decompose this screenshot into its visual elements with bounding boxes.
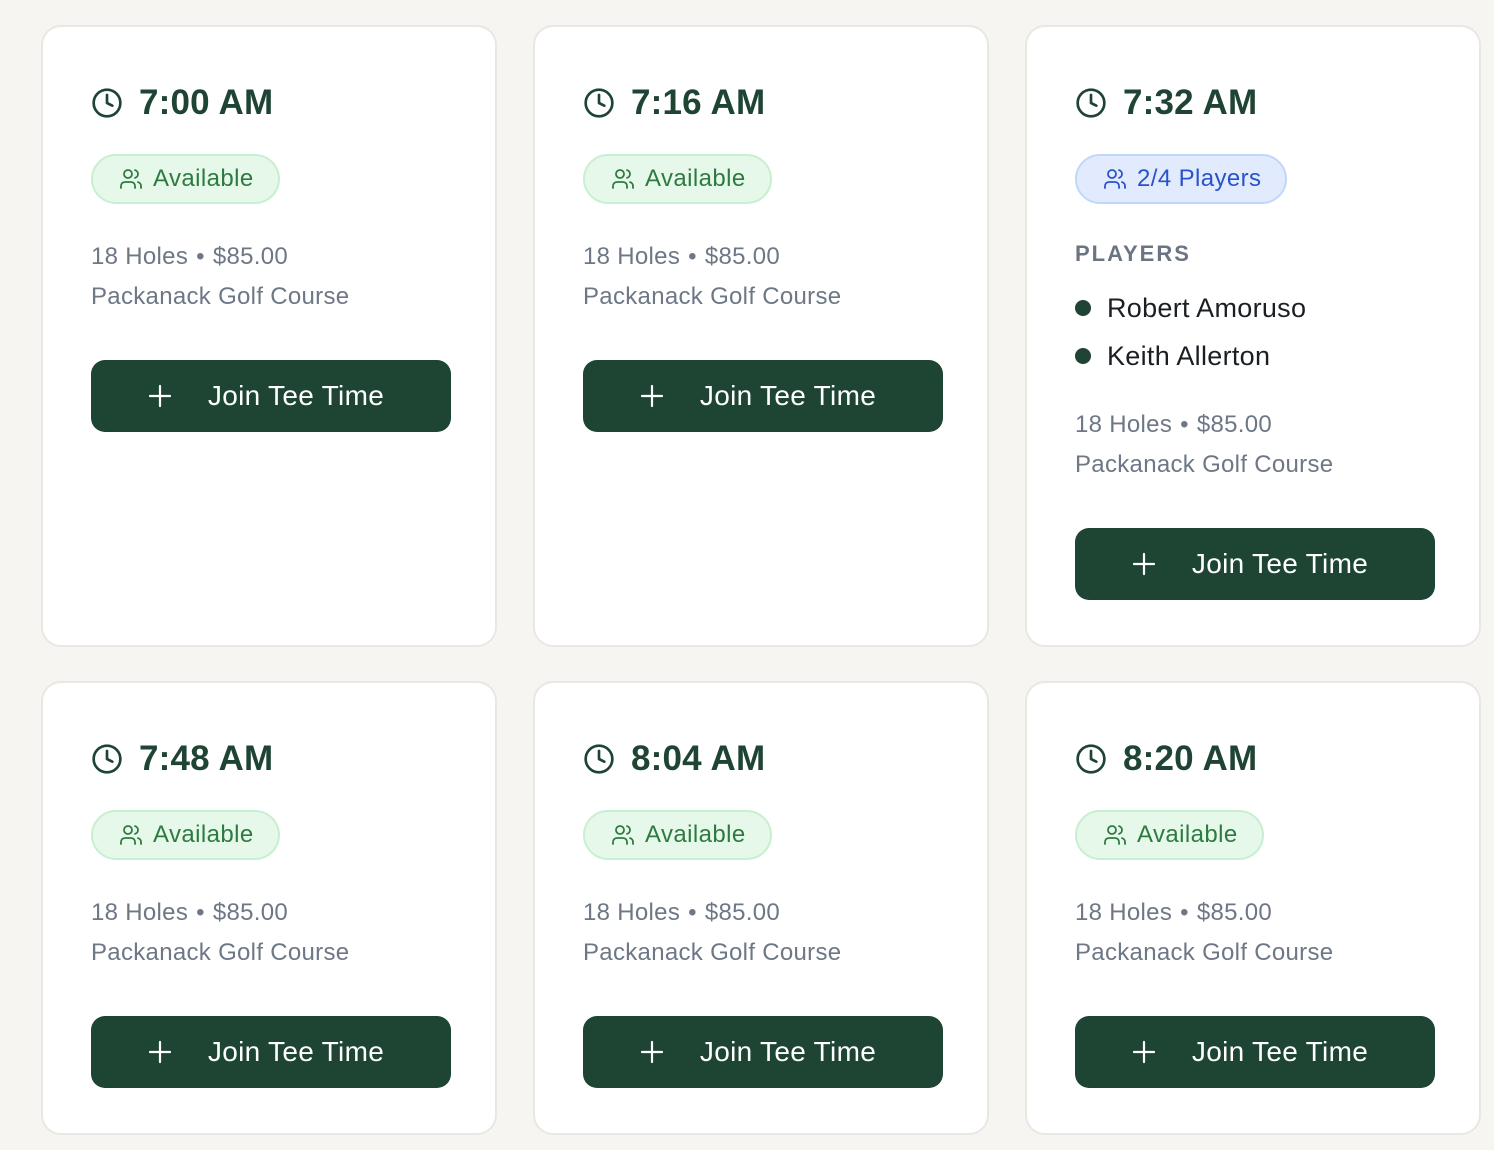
course-name: Packanack Golf Course: [583, 283, 842, 310]
join-tee-time-button[interactable]: Join Tee Time: [1075, 528, 1435, 600]
status-badge: Available: [91, 154, 280, 204]
clock-icon: [1076, 744, 1106, 774]
tee-time-header: 7:16 AM: [583, 83, 765, 123]
holes-price: 18 Holes • $85.00: [583, 237, 780, 277]
separator: •: [1180, 411, 1189, 438]
users-icon: [120, 825, 142, 845]
clock-icon: [1076, 88, 1106, 118]
status-badge: Available: [583, 810, 772, 860]
status-text: 2/4 Players: [1137, 165, 1262, 192]
separator: •: [196, 243, 205, 270]
status-badge: Available: [583, 154, 772, 204]
join-tee-time-button[interactable]: Join Tee Time: [1075, 1016, 1435, 1088]
status-text: Available: [645, 165, 746, 192]
plus-icon: [1132, 1040, 1156, 1064]
tee-time-card: 7:00 AM Available 18 Holes • $85.00 Packan…: [41, 25, 497, 647]
users-icon: [612, 169, 634, 189]
separator: •: [688, 243, 697, 270]
tee-time: 7:48 AM: [139, 739, 274, 778]
tee-time-card: 7:48 AM Available 18 Holes • $85.00 Packan…: [41, 681, 497, 1135]
plus-icon: [148, 1040, 172, 1064]
holes-price: 18 Holes • $85.00: [583, 893, 780, 933]
clock-icon: [584, 88, 614, 118]
join-button-label: Join Tee Time: [207, 380, 385, 411]
users-icon: [120, 169, 142, 189]
price: $85.00: [212, 243, 289, 270]
plus-icon: [148, 384, 172, 408]
join-tee-time-button[interactable]: Join Tee Time: [91, 1016, 451, 1088]
player-bullet: [1075, 300, 1091, 316]
course-name: Packanack Golf Course: [91, 283, 350, 310]
join-button-label: Join Tee Time: [699, 380, 877, 411]
separator: •: [688, 899, 697, 926]
tee-time: 7:00 AM: [139, 83, 274, 122]
join-button-label: Join Tee Time: [1191, 1036, 1369, 1067]
holes: 18 Holes: [583, 899, 681, 926]
price: $85.00: [212, 899, 289, 926]
status-badge: Available: [91, 810, 280, 860]
course-name: Packanack Golf Course: [583, 939, 842, 966]
tee-time: 8:04 AM: [631, 739, 766, 778]
price: $85.00: [704, 899, 781, 926]
separator: •: [1180, 899, 1189, 926]
price: $85.00: [1196, 899, 1273, 926]
player-bullet: [1075, 348, 1091, 364]
price: $85.00: [704, 243, 781, 270]
tee-time-header: 7:32 AM: [1075, 83, 1257, 123]
status-text: Available: [153, 165, 254, 192]
plus-icon: [640, 1040, 664, 1064]
player-item: Robert Amoruso: [1075, 288, 1306, 328]
holes: 18 Holes: [1075, 899, 1173, 926]
status-badge: Available: [1075, 810, 1264, 860]
users-icon: [612, 825, 634, 845]
join-button-label: Join Tee Time: [1191, 548, 1369, 579]
join-tee-time-button[interactable]: Join Tee Time: [583, 1016, 943, 1088]
separator: •: [196, 899, 205, 926]
tee-time-card: 7:16 AM Available 18 Holes • $85.00 Packan…: [533, 25, 989, 647]
course-name: Packanack Golf Course: [1075, 939, 1334, 966]
course-name: Packanack Golf Course: [1075, 451, 1334, 478]
plus-icon: [640, 384, 664, 408]
status-text: Available: [1137, 821, 1238, 848]
player-item: Keith Allerton: [1075, 336, 1270, 376]
join-button-label: Join Tee Time: [207, 1036, 385, 1067]
clock-icon: [92, 744, 122, 774]
users-icon: [1104, 825, 1126, 845]
tee-time-header: 8:20 AM: [1075, 739, 1257, 779]
player-name: Robert Amoruso: [1107, 292, 1307, 323]
holes: 18 Holes: [583, 243, 681, 270]
status-text: Available: [153, 821, 254, 848]
holes-price: 18 Holes • $85.00: [1075, 405, 1272, 445]
status-badge: 2/4 Players: [1075, 154, 1288, 204]
player-name: Keith Allerton: [1107, 340, 1271, 371]
tee-time: 8:20 AM: [1123, 739, 1258, 778]
tee-time-header: 7:48 AM: [91, 739, 273, 779]
plus-icon: [1132, 552, 1156, 576]
join-tee-time-button[interactable]: Join Tee Time: [91, 360, 451, 432]
holes-price: 18 Holes • $85.00: [91, 893, 288, 933]
course-name: Packanack Golf Course: [91, 939, 350, 966]
holes-price: 18 Holes • $85.00: [1075, 893, 1272, 933]
tee-time-header: 7:00 AM: [91, 83, 273, 123]
holes: 18 Holes: [91, 243, 189, 270]
tee-time-header: 8:04 AM: [583, 739, 765, 779]
status-text: Available: [645, 821, 746, 848]
clock-icon: [92, 88, 122, 118]
holes: 18 Holes: [91, 899, 189, 926]
players-heading: PLAYERS: [1075, 241, 1191, 266]
tee-time: 7:16 AM: [631, 83, 766, 122]
holes-price: 18 Holes • $85.00: [91, 237, 288, 277]
price: $85.00: [1196, 411, 1273, 438]
users-icon: [1104, 169, 1126, 189]
join-tee-time-button[interactable]: Join Tee Time: [583, 360, 943, 432]
tee-time-card: 8:20 AM Available 18 Holes • $85.00 Packan…: [1025, 681, 1481, 1135]
tee-time-card: 8:04 AM Available 18 Holes • $85.00 Packan…: [533, 681, 989, 1135]
tee-time-card: 7:32 AM 2/4 Players PLAYERS Robert Amoru…: [1025, 25, 1481, 647]
tee-time: 7:32 AM: [1123, 83, 1258, 122]
holes: 18 Holes: [1075, 411, 1173, 438]
join-button-label: Join Tee Time: [699, 1036, 877, 1067]
clock-icon: [584, 744, 614, 774]
